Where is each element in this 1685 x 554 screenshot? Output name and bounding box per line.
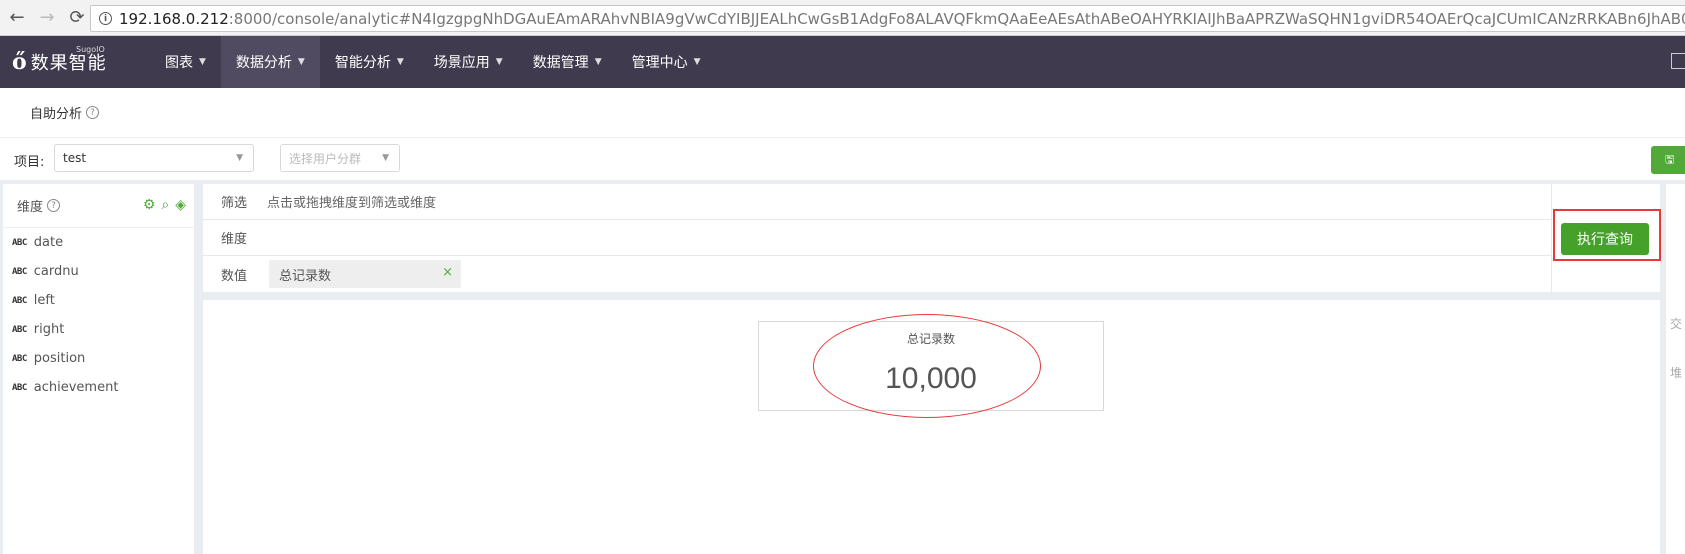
- list-item[interactable]: ABC right: [3, 315, 194, 344]
- top-navigation: ő 数果智能 SugoIO 图表 ▼ 数据分析 ▼ 智能分析 ▼ 场景应用 ▼ 数据管理…: [0, 36, 1685, 88]
- menu-data-management[interactable]: 数据管理 ▼: [518, 36, 617, 88]
- dimension-label: achievement: [33, 380, 119, 395]
- dimension-row[interactable]: 维度: [203, 220, 1551, 256]
- project-bar: 项目: test ▼ 选择用户分群 ▼ 🖫: [0, 138, 1685, 180]
- list-item[interactable]: ABC date: [3, 228, 194, 257]
- list-item[interactable]: ABC achievement: [3, 373, 194, 402]
- run-query-button[interactable]: 执行查询: [1561, 223, 1649, 255]
- menu-label: 数据管理: [532, 55, 589, 71]
- help-icon[interactable]: ?: [47, 199, 61, 212]
- metric-tag[interactable]: 总记录数 ×: [269, 260, 461, 288]
- list-item[interactable]: ABC cardnu: [3, 257, 194, 286]
- result-area: 总记录数 10,000: [203, 300, 1660, 554]
- chevron-down-icon: ▼: [236, 153, 243, 163]
- help-icon[interactable]: ?: [86, 106, 100, 119]
- right-panel: 交 堆: [1666, 184, 1685, 554]
- chevron-down-icon: ▼: [594, 57, 602, 67]
- chevron-down-icon: ▼: [297, 57, 305, 67]
- dimension-label: left: [33, 293, 55, 308]
- menu-label: 图表: [165, 55, 193, 71]
- close-icon[interactable]: ×: [442, 265, 453, 280]
- url-host: 192.168.0.212: [119, 9, 229, 28]
- tag-icon[interactable]: ◈: [175, 197, 186, 213]
- menu-scenarios[interactable]: 场景应用 ▼: [419, 36, 518, 88]
- dimension-label: date: [33, 235, 64, 250]
- metric-tag-label: 总记录数: [279, 268, 332, 284]
- chevron-down-icon: ▼: [396, 57, 404, 67]
- gear-icon[interactable]: ⚙: [143, 197, 156, 213]
- menu-label: 智能分析: [334, 55, 391, 71]
- list-item[interactable]: ABC position: [3, 344, 194, 373]
- sidebar-title: 维度: [17, 200, 44, 215]
- dimension-label: position: [33, 351, 86, 366]
- logout-icon[interactable]: [1671, 53, 1685, 69]
- chevron-down-icon: ▼: [199, 57, 206, 67]
- save-icon: 🖫: [1665, 152, 1675, 166]
- info-icon[interactable]: i: [99, 12, 112, 25]
- chevron-down-icon: ▼: [382, 153, 389, 163]
- string-type-icon: ABC: [12, 237, 27, 248]
- dimension-sidebar: 维度 ? ⚙ ⌕ ◈ ABC date ABC cardnu ABC left ABC…: [3, 184, 194, 554]
- dimension-label: right: [33, 322, 65, 337]
- user-group-select[interactable]: 选择用户分群 ▼: [280, 144, 400, 172]
- logo-superscript: SugoIO: [76, 45, 105, 54]
- string-type-icon: ABC: [12, 324, 27, 335]
- address-bar[interactable]: i 192.168.0.212:8000/console/analytic#N4…: [90, 5, 1685, 32]
- menu-label: 管理中心: [631, 55, 688, 71]
- back-icon[interactable]: ←: [4, 5, 30, 31]
- menu-label: 场景应用: [433, 55, 490, 71]
- metric-row[interactable]: 数值 总记录数 ×: [203, 256, 1551, 292]
- project-select[interactable]: test ▼: [54, 144, 254, 172]
- project-select-value: test: [63, 151, 87, 165]
- reload-icon[interactable]: ⟳: [64, 5, 90, 31]
- menu-label: 数据分析: [235, 55, 292, 71]
- menu-admin-center[interactable]: 管理中心 ▼: [617, 36, 716, 88]
- browser-toolbar: ← → ⟳ i 192.168.0.212:8000/console/analy…: [0, 0, 1685, 36]
- user-group-placeholder: 选择用户分群: [289, 151, 362, 166]
- right-panel-text: 交: [1670, 317, 1683, 331]
- menu-charts[interactable]: 图表 ▼: [150, 36, 221, 88]
- project-label: 项目:: [14, 155, 45, 170]
- logo[interactable]: ő 数果智能 SugoIO: [0, 36, 150, 88]
- divider: [1551, 184, 1552, 292]
- filter-row[interactable]: 筛选 点击或拖拽维度到筛选或维度: [203, 184, 1551, 220]
- search-icon[interactable]: ⌕: [161, 197, 169, 213]
- filter-hint: 点击或拖拽维度到筛选或维度: [267, 196, 437, 211]
- sidebar-tools: ⚙ ⌕ ◈: [143, 197, 186, 213]
- chevron-down-icon: ▼: [495, 57, 503, 67]
- metric-label: 数值: [221, 268, 248, 284]
- dimension-label: 维度: [221, 232, 248, 247]
- string-type-icon: ABC: [12, 353, 27, 364]
- menu-data-analysis[interactable]: 数据分析 ▼: [220, 36, 320, 88]
- right-panel-text: 堆: [1670, 366, 1683, 380]
- annotation-ellipse: [813, 314, 1041, 418]
- page-header: 自助分析 ?: [0, 88, 1685, 138]
- save-button[interactable]: 🖫: [1651, 146, 1685, 174]
- page-title: 自助分析: [30, 107, 83, 122]
- list-item[interactable]: ABC left: [3, 286, 194, 315]
- filter-label: 筛选: [221, 196, 248, 211]
- string-type-icon: ABC: [12, 382, 27, 393]
- chevron-down-icon: ▼: [693, 57, 701, 67]
- sidebar-header: 维度 ? ⚙ ⌕ ◈: [3, 184, 194, 228]
- url-path: :8000/console/analytic#N4IgzgpgNhDGAuEAm…: [228, 9, 1685, 28]
- query-panel: 筛选 点击或拖拽维度到筛选或维度 维度 数值 总记录数 ×: [203, 184, 1660, 292]
- forward-icon[interactable]: →: [34, 5, 60, 31]
- dimension-label: cardnu: [33, 264, 79, 279]
- logo-mark-icon: ő: [12, 49, 27, 75]
- menu-smart-analysis[interactable]: 智能分析 ▼: [320, 36, 419, 88]
- string-type-icon: ABC: [12, 295, 27, 306]
- string-type-icon: ABC: [12, 266, 27, 277]
